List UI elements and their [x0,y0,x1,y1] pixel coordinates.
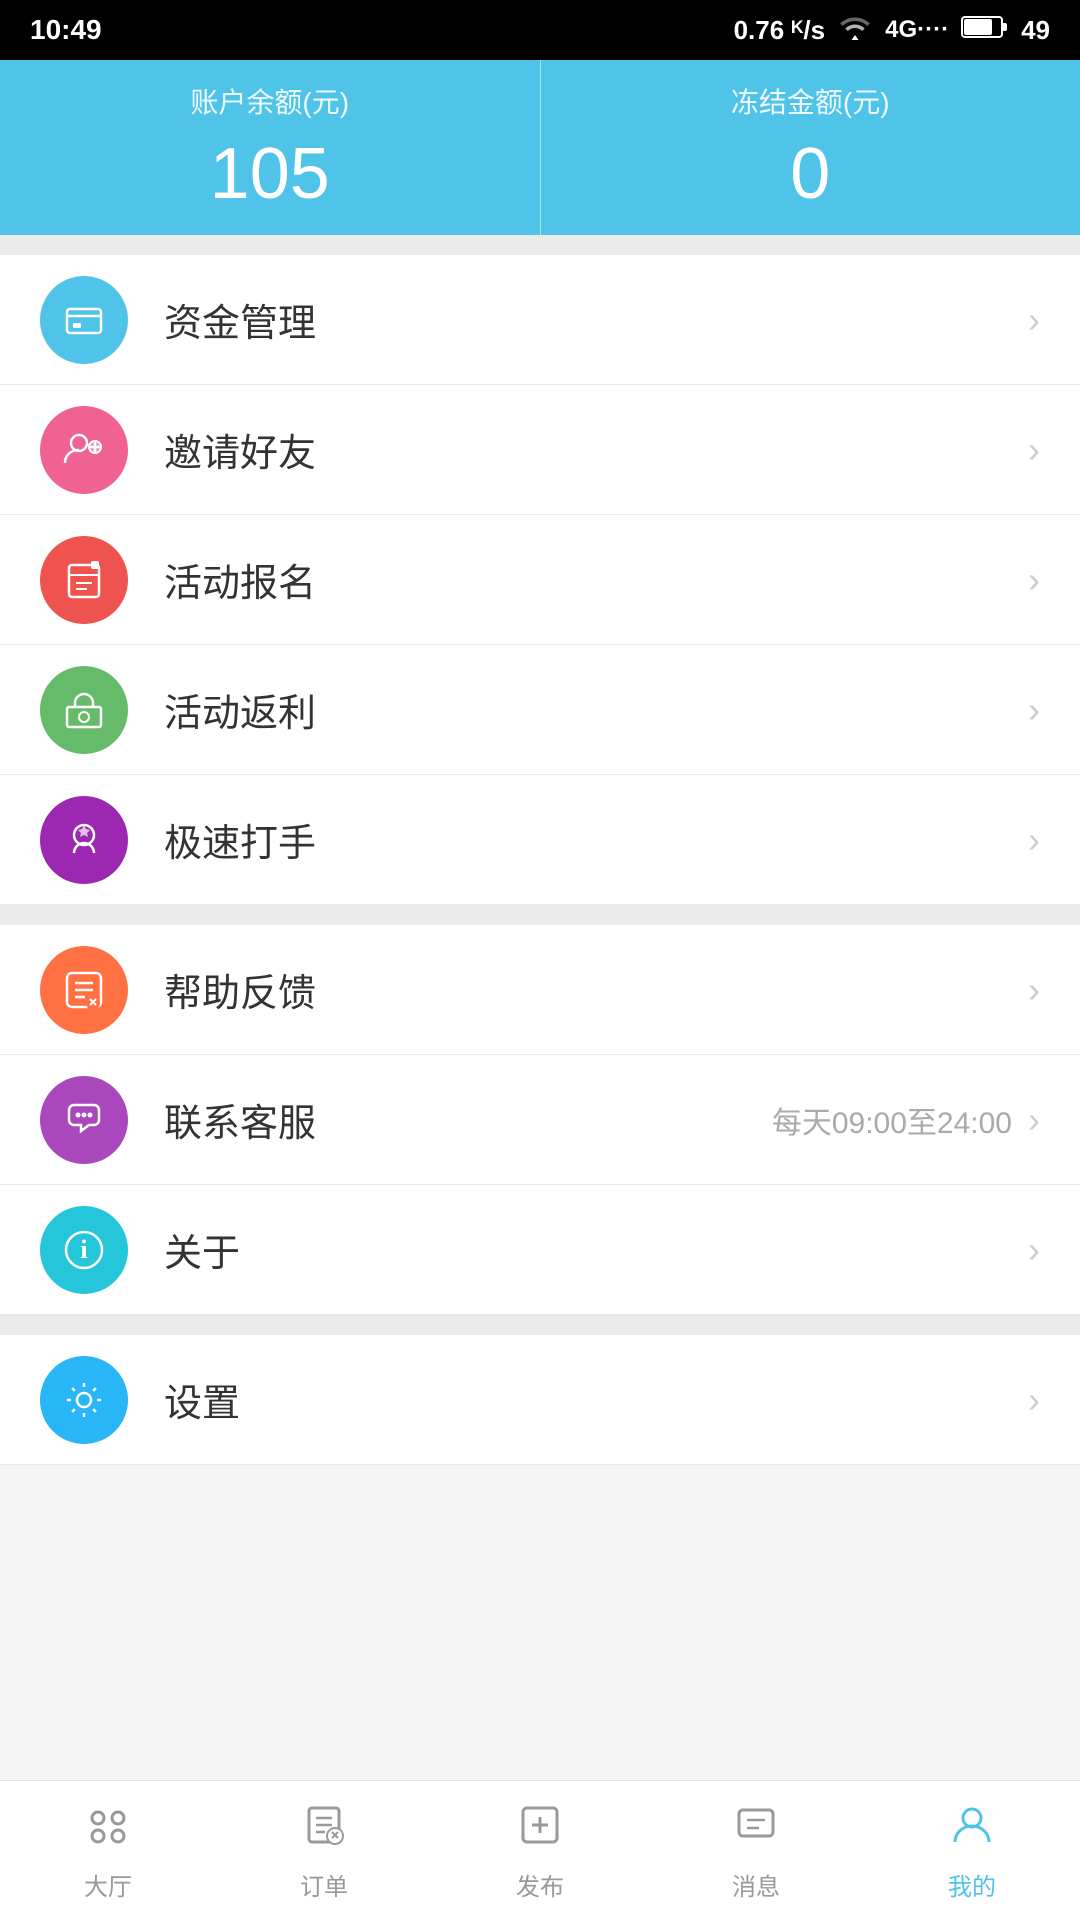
menu-item-settings[interactable]: 设置 › [0,1335,1080,1465]
nav-item-hall[interactable]: 大厅 [0,1781,216,1920]
menu-hint-contact: 每天09:00至24:00 [772,1098,1012,1142]
menu-label-about: 关于 [164,1222,1028,1277]
nav-label-publish: 发布 [516,1867,564,1902]
account-label: 账户余额(元) [190,81,349,121]
menu-label-invite: 邀请好友 [164,422,1028,477]
menu-icon-help [40,946,128,1034]
menu-item-invite[interactable]: 邀请好友 › [0,385,1080,515]
menu-icon-activity-rebate [40,666,128,754]
chevron-icon-invite: › [1028,432,1040,468]
menu-list-group3: 设置 › [0,1335,1080,1465]
nav-item-mine[interactable]: 我的 [864,1781,1080,1920]
status-bar: 10:49 0.76 ᴷ/s 4G···· 49 [0,0,1080,60]
menu-item-fund[interactable]: 资金管理 › [0,255,1080,385]
status-right: 0.76 ᴷ/s 4G···· 49 [734,13,1050,48]
network-speed: 0.76 ᴷ/s [734,15,826,46]
frozen-balance: 冻结金额(元) 0 [540,60,1080,235]
menu-label-settings: 设置 [164,1372,1028,1427]
menu-list-group1: 资金管理 › 邀请好友 › 活动报名 › 活动返利 › [0,255,1080,905]
menu-icon-activity-sign [40,536,128,624]
wifi-icon [837,13,873,48]
status-time: 10:49 [30,14,102,46]
chevron-icon-fast-type: › [1028,822,1040,858]
chevron-icon-help: › [1028,972,1040,1008]
balance-section: 账户余额(元) 105 冻结金额(元) 0 [0,60,1080,235]
nav-item-order[interactable]: 订单 [216,1781,432,1920]
menu-label-fund: 资金管理 [164,292,1028,347]
nav-icon-hall [78,1800,138,1859]
svg-text:i: i [80,1235,87,1264]
menu-icon-fund [40,276,128,364]
menu-icon-about: i [40,1206,128,1294]
menu-item-help[interactable]: 帮助反馈 › [0,925,1080,1055]
nav-icon-order [299,1800,349,1859]
nav-label-order: 订单 [300,1867,348,1902]
frozen-label: 冻结金额(元) [731,81,890,121]
menu-label-activity-sign: 活动报名 [164,552,1028,607]
nav-item-publish[interactable]: 发布 [432,1781,648,1920]
battery-icon [961,13,1009,48]
menu-label-contact: 联系客服 [164,1092,772,1147]
menu-item-fast-type[interactable]: 极速打手 › [0,775,1080,905]
menu-label-activity-rebate: 活动返利 [164,682,1028,737]
menu-icon-invite [40,406,128,494]
menu-item-contact[interactable]: 联系客服 每天09:00至24:00 › [0,1055,1080,1185]
nav-label-hall: 大厅 [84,1867,132,1902]
chevron-icon-settings: › [1028,1382,1040,1418]
account-value: 105 [210,133,330,215]
chevron-icon-activity-sign: › [1028,562,1040,598]
chevron-icon-about: › [1028,1232,1040,1268]
menu-item-about[interactable]: i 关于 › [0,1185,1080,1315]
signal-icon: 4G···· [885,16,949,44]
nav-item-message[interactable]: 消息 [648,1781,864,1920]
account-balance: 账户余额(元) 105 [0,60,540,235]
battery-pct: 49 [1021,15,1050,46]
frozen-value: 0 [790,133,830,215]
menu-item-activity-sign[interactable]: 活动报名 › [0,515,1080,645]
menu-icon-settings [40,1356,128,1444]
chevron-icon-fund: › [1028,302,1040,338]
nav-label-message: 消息 [732,1867,780,1902]
nav-label-mine: 我的 [948,1867,996,1902]
nav-icon-message [731,1800,781,1859]
divider-mid2 [0,1315,1080,1335]
chevron-icon-contact: › [1028,1102,1040,1138]
nav-icon-publish [515,1800,565,1859]
bottom-nav: 大厅 订单 发布 消息 我的 [0,1780,1080,1920]
menu-list-group2: 帮助反馈 › 联系客服 每天09:00至24:00 › i 关于 › [0,925,1080,1315]
menu-item-activity-rebate[interactable]: 活动返利 › [0,645,1080,775]
divider-mid1 [0,905,1080,925]
menu-icon-contact [40,1076,128,1164]
menu-label-help: 帮助反馈 [164,962,1028,1017]
divider-top [0,235,1080,255]
menu-icon-fast-type [40,796,128,884]
menu-label-fast-type: 极速打手 [164,812,1028,867]
nav-icon-mine [947,1800,997,1859]
chevron-icon-activity-rebate: › [1028,692,1040,728]
